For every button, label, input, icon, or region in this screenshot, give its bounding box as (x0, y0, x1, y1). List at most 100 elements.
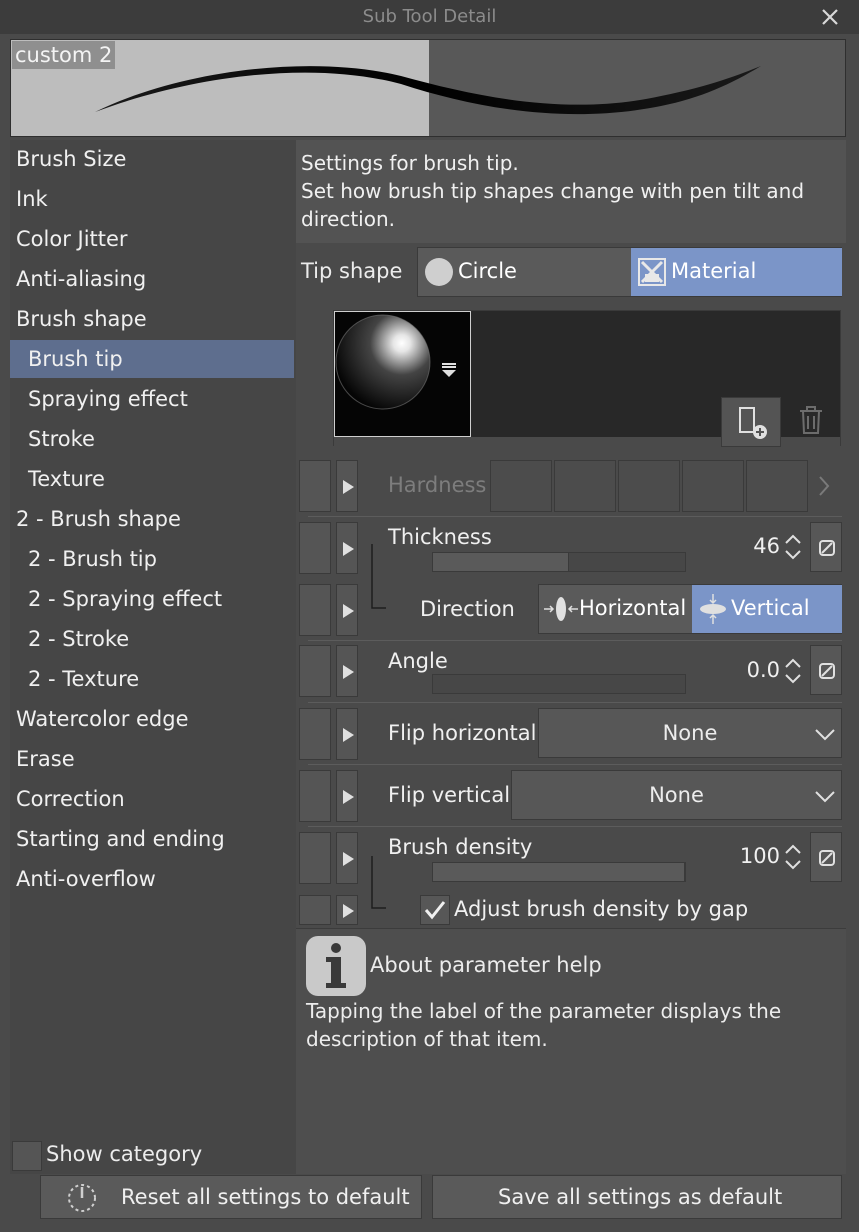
direction-horizontal-button[interactable]: Horizontal (539, 585, 691, 633)
direction-vertical-button[interactable]: Vertical (692, 585, 842, 633)
flip-vertical-label[interactable]: Flip vertical (388, 783, 510, 807)
angle-reset-button[interactable] (810, 645, 842, 695)
category-stroke[interactable]: Stroke (10, 420, 294, 458)
category-erase[interactable]: Erase (10, 740, 294, 778)
thickness-slider[interactable] (432, 552, 686, 572)
flip-horizontal-expand-button[interactable] (336, 708, 358, 760)
hardness-option (682, 460, 744, 512)
material-list (333, 310, 841, 447)
adjust-density-label[interactable]: Adjust brush density by gap (454, 897, 748, 921)
material-thumbnail[interactable] (334, 311, 471, 437)
brush-density-label[interactable]: Brush density (388, 835, 532, 859)
chevron-right-icon (819, 476, 830, 496)
adjust-density-checkbox[interactable] (420, 895, 450, 925)
flip-horizontal-pen-pressure-box[interactable] (299, 708, 331, 760)
category-spraying-effect[interactable]: Spraying effect (10, 380, 294, 418)
angle-spinner-icon[interactable] (783, 656, 803, 686)
category-2-stroke[interactable]: 2 - Stroke (10, 620, 294, 658)
preview-tool-name: custom 2 (12, 41, 116, 69)
row-divider (308, 702, 842, 703)
save-all-settings-button[interactable]: Save all settings as default (432, 1175, 842, 1219)
brush-density-spinner-icon[interactable] (783, 842, 803, 872)
delete-material-button[interactable] (794, 403, 828, 441)
adjust-density-pen-pressure-box[interactable] (299, 895, 331, 925)
brush-density-reset-button[interactable] (810, 832, 842, 882)
angle-label[interactable]: Angle (388, 649, 448, 673)
flip-horizontal-label[interactable]: Flip horizontal (388, 721, 537, 745)
tip-shape-label: Tip shape (301, 259, 403, 283)
material-menu-icon[interactable] (441, 362, 457, 378)
category-anti-aliasing[interactable]: Anti-aliasing (10, 260, 294, 298)
brush-density-value[interactable]: 100 (720, 844, 780, 868)
category-2-spraying-effect[interactable]: 2 - Spraying effect (10, 580, 294, 618)
category-starting-and-ending[interactable]: Starting and ending (10, 820, 294, 858)
hardness-pen-pressure-box[interactable] (299, 460, 331, 512)
brush-density-slider[interactable] (432, 862, 686, 882)
category-ink[interactable]: Ink (10, 180, 294, 218)
save-all-settings-label: Save all settings as default (498, 1185, 783, 1209)
brush-density-pen-pressure-box[interactable] (299, 832, 331, 884)
description-line-2: Set how brush tip shapes change with pen… (301, 179, 805, 203)
tree-connector-icon (371, 856, 386, 909)
tip-shape-toggle: Circle Material (417, 247, 842, 297)
add-material-button[interactable] (721, 397, 781, 447)
window-title: Sub Tool Detail (362, 6, 497, 27)
thickness-value[interactable]: 46 (730, 534, 780, 558)
tip-shape-circle-button[interactable]: Circle (418, 248, 630, 296)
play-arrow-icon (343, 904, 354, 918)
reset-icon (819, 540, 835, 556)
brush-density-expand-button[interactable] (336, 832, 358, 884)
category-brush-shape[interactable]: Brush shape (10, 300, 294, 338)
chevron-down-icon (815, 729, 835, 741)
direction-label[interactable]: Direction (420, 597, 515, 621)
thickness-spinner-icon[interactable] (783, 532, 803, 562)
tip-shape-material-button[interactable]: Material (631, 248, 842, 296)
thickness-label[interactable]: Thickness (388, 525, 492, 549)
hardness-label[interactable]: Hardness (388, 473, 486, 497)
tip-shape-circle-label: Circle (458, 259, 517, 283)
angle-pen-pressure-box[interactable] (299, 645, 331, 697)
row-divider (308, 826, 842, 827)
category-2-texture[interactable]: 2 - Texture (10, 660, 294, 698)
category-anti-overflow[interactable]: Anti-overflow (10, 860, 294, 898)
flip-vertical-pen-pressure-box[interactable] (299, 770, 331, 822)
hardness-expand-button[interactable] (336, 460, 358, 512)
category-correction[interactable]: Correction (10, 780, 294, 818)
close-icon (822, 9, 838, 25)
category-color-jitter[interactable]: Color Jitter (10, 220, 294, 258)
category-2-brush-tip[interactable]: 2 - Brush tip (10, 540, 294, 578)
show-category-label[interactable]: Show category (46, 1142, 202, 1166)
close-button[interactable] (816, 4, 844, 30)
direction-vertical-label: Vertical (731, 596, 810, 620)
reset-all-settings-button[interactable]: Reset all settings to default (40, 1175, 422, 1219)
reset-dial-icon (68, 1184, 96, 1212)
help-text-line-1: Tapping the label of the parameter displ… (306, 999, 782, 1023)
flip-vertical-dropdown[interactable]: None (511, 770, 842, 820)
direction-expand-button[interactable] (336, 584, 358, 636)
direction-pen-pressure-box[interactable] (299, 584, 331, 636)
category-brush-size[interactable]: Brush Size (10, 140, 294, 178)
hardness-option (490, 460, 552, 512)
horizontal-direction-icon (544, 597, 578, 621)
adjust-density-expand-button[interactable] (336, 895, 358, 925)
category-texture[interactable]: Texture (10, 460, 294, 498)
angle-expand-button[interactable] (336, 645, 358, 697)
material-icon (638, 258, 666, 286)
flip-vertical-expand-button[interactable] (336, 770, 358, 822)
hardness-option (554, 460, 616, 512)
thickness-reset-button[interactable] (810, 522, 842, 572)
category-watercolor-edge[interactable]: Watercolor edge (10, 700, 294, 738)
category-brush-tip[interactable]: Brush tip (10, 340, 294, 378)
angle-value[interactable]: 0.0 (730, 658, 780, 682)
show-category-checkbox[interactable] (12, 1141, 42, 1171)
flip-horizontal-dropdown[interactable]: None (538, 708, 842, 758)
brush-density-slider-fill (433, 863, 685, 881)
thickness-expand-button[interactable] (336, 522, 358, 574)
row-divider (308, 764, 842, 765)
category-2-brush-shape[interactable]: 2 - Brush shape (10, 500, 294, 538)
thickness-pen-pressure-box[interactable] (299, 522, 331, 574)
angle-slider[interactable] (432, 674, 686, 694)
flip-horizontal-value: None (662, 721, 718, 745)
chevron-down-icon (815, 791, 835, 803)
brush-preview: custom 2 (10, 39, 846, 137)
